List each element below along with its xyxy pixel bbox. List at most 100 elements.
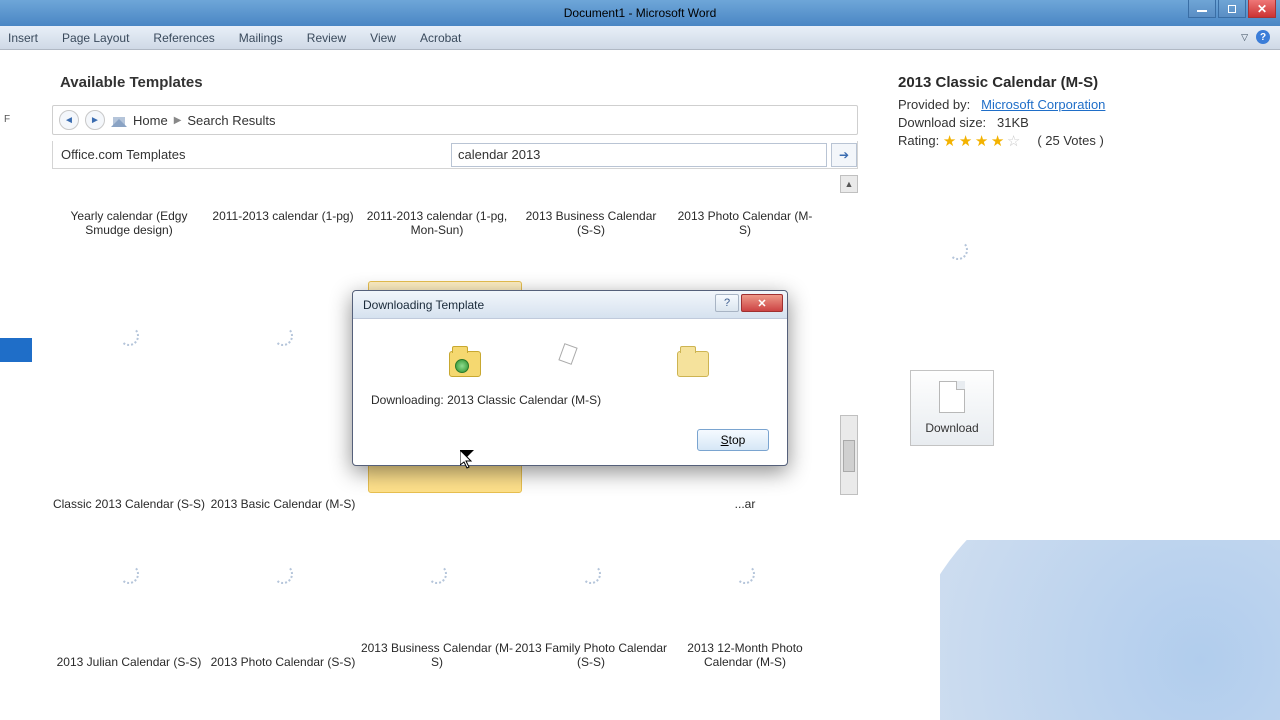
star-icon: ★ bbox=[943, 134, 959, 150]
star-icon: ★ bbox=[959, 134, 975, 150]
template-item[interactable]: 2013 Julian Calendar (S-S) bbox=[52, 519, 206, 669]
download-size-value: 31KB bbox=[997, 115, 1029, 130]
ribbon-tab-acrobat[interactable]: Acrobat bbox=[420, 31, 461, 45]
scroll-thumb[interactable] bbox=[843, 440, 855, 472]
nav-back-button[interactable]: ◄ bbox=[59, 110, 79, 130]
template-label: 2011-2013 calendar (1-pg) bbox=[212, 209, 353, 223]
dialog-title: Downloading Template bbox=[363, 298, 484, 312]
template-row: Yearly calendar (Edgy Smudge design) 201… bbox=[52, 209, 842, 269]
star-icon: ★ bbox=[975, 134, 991, 150]
star-icon: ★ bbox=[991, 134, 1007, 150]
provider-row: Provided by: Microsoft Corporation bbox=[898, 97, 1254, 112]
globe-icon bbox=[455, 359, 469, 373]
template-thumb-loading bbox=[89, 529, 169, 619]
maximize-icon bbox=[1228, 5, 1236, 13]
scrollbar[interactable] bbox=[840, 415, 858, 495]
download-animation bbox=[371, 341, 769, 389]
template-label: Yearly calendar (Edgy Smudge design) bbox=[71, 209, 188, 237]
spinner-icon bbox=[119, 564, 139, 584]
template-item[interactable]: 2013 Photo Calendar (M-S) bbox=[668, 209, 822, 269]
maximize-button[interactable] bbox=[1218, 0, 1246, 18]
scroll-up-button[interactable]: ▲ bbox=[840, 175, 858, 193]
template-row: 2013 Julian Calendar (S-S) 2013 Photo Ca… bbox=[52, 519, 842, 669]
stop-button[interactable]: Stop bbox=[697, 429, 769, 451]
template-thumb-loading bbox=[89, 291, 169, 381]
cursor-icon bbox=[460, 450, 474, 468]
window-titlebar: Document1 - Microsoft Word ✕ bbox=[0, 0, 1280, 26]
template-label-partial: ...ar bbox=[668, 497, 822, 511]
search-label: Office.com Templates bbox=[53, 147, 451, 162]
download-size-row: Download size: 31KB bbox=[898, 115, 1254, 130]
template-item[interactable]: Yearly calendar (Edgy Smudge design) bbox=[52, 209, 206, 269]
template-search-input[interactable] bbox=[451, 143, 827, 167]
minimize-button[interactable] bbox=[1188, 0, 1216, 18]
template-item[interactable]: 2013 Photo Calendar (S-S) bbox=[206, 519, 360, 669]
template-label: 2013 Basic Calendar (M-S) bbox=[206, 497, 360, 511]
spinner-icon bbox=[427, 564, 447, 584]
template-thumb-loading bbox=[397, 529, 477, 619]
template-item[interactable]: 2013 Business Calendar (M-S) bbox=[360, 519, 514, 669]
template-thumb-loading bbox=[551, 529, 631, 619]
spinner-icon bbox=[273, 326, 293, 346]
spinner-icon bbox=[119, 326, 139, 346]
download-size-label: Download size: bbox=[898, 115, 986, 130]
close-button[interactable]: ✕ bbox=[1248, 0, 1276, 18]
template-item[interactable]: 2013 Basic Calendar (M-S) bbox=[206, 281, 360, 511]
rating-row: Rating: ★ ★ ★ ★ ☆ ( 25 Votes ) bbox=[898, 133, 1254, 150]
help-icon[interactable]: ? bbox=[1256, 30, 1270, 44]
template-item[interactable]: Classic 2013 Calendar (S-S) bbox=[52, 281, 206, 511]
template-label: 2013 Photo Calendar (M-S) bbox=[678, 209, 813, 237]
template-item[interactable]: 2011-2013 calendar (1-pg, Mon-Sun) bbox=[360, 209, 514, 269]
template-item[interactable]: 2013 Family Photo Calendar (S-S) bbox=[514, 519, 668, 669]
dialog-help-button[interactable]: ? bbox=[715, 294, 739, 312]
backstage-nav: F bbox=[0, 50, 32, 720]
window-title: Document1 - Microsoft Word bbox=[564, 6, 717, 20]
template-search-row: Office.com Templates ➔ bbox=[52, 141, 858, 169]
ribbon-tab-references[interactable]: References bbox=[153, 31, 214, 45]
template-label: 2013 12-Month Photo Calendar (M-S) bbox=[668, 641, 822, 669]
template-name: 2013 Classic Calendar (M-S) bbox=[898, 74, 1254, 91]
template-thumb-loading bbox=[243, 291, 323, 381]
provided-by-label: Provided by: bbox=[898, 97, 970, 112]
ribbon-collapse-icon[interactable]: ▽ bbox=[1241, 32, 1248, 43]
file-tab-fragment: F bbox=[4, 114, 10, 125]
download-button[interactable]: Download bbox=[910, 370, 994, 446]
dialog-titlebar[interactable]: Downloading Template ? ✕ bbox=[353, 291, 787, 319]
window-controls: ✕ bbox=[1188, 0, 1276, 18]
minimize-icon bbox=[1197, 10, 1207, 12]
folder-destination-icon bbox=[677, 351, 709, 377]
ribbon-tab-review[interactable]: Review bbox=[307, 31, 346, 45]
ribbon-tab-insert[interactable]: Insert bbox=[8, 31, 38, 45]
ribbon-tab-view[interactable]: View bbox=[370, 31, 396, 45]
breadcrumb-home[interactable]: Home bbox=[133, 113, 168, 128]
home-icon[interactable] bbox=[111, 113, 127, 127]
search-go-button[interactable]: ➔ bbox=[831, 143, 857, 167]
document-icon bbox=[939, 381, 965, 413]
download-button-label: Download bbox=[925, 421, 978, 435]
template-details-panel: 2013 Classic Calendar (M-S) Provided by:… bbox=[886, 64, 1266, 704]
template-thumb-loading bbox=[705, 529, 785, 619]
template-item[interactable]: 2013 Business Calendar (S-S) bbox=[514, 209, 668, 269]
ribbon-tab-page-layout[interactable]: Page Layout bbox=[62, 31, 129, 45]
backstage-selected-indicator bbox=[0, 338, 32, 362]
breadcrumb-current[interactable]: Search Results bbox=[187, 113, 275, 128]
template-item[interactable]: 2013 12-Month Photo Calendar (M-S) bbox=[668, 519, 822, 669]
template-preview-loading bbox=[898, 190, 1018, 310]
provider-link[interactable]: Microsoft Corporation bbox=[981, 97, 1105, 112]
dialog-close-button[interactable]: ✕ bbox=[741, 294, 783, 312]
template-thumb-loading bbox=[243, 529, 323, 619]
section-title: Available Templates bbox=[60, 74, 870, 91]
template-label: 2011-2013 calendar (1-pg, Mon-Sun) bbox=[367, 209, 508, 237]
template-item[interactable]: 2011-2013 calendar (1-pg) bbox=[206, 209, 360, 269]
close-icon: ✕ bbox=[1257, 2, 1267, 16]
spinner-icon bbox=[735, 564, 755, 584]
downloading-dialog: Downloading Template ? ✕ Downloading: 20… bbox=[352, 290, 788, 466]
ribbon-tabs: Insert Page Layout References Mailings R… bbox=[0, 26, 1280, 50]
nav-forward-button[interactable]: ► bbox=[85, 110, 105, 130]
downloading-label: Downloading: bbox=[371, 393, 444, 407]
dialog-controls: ? ✕ bbox=[715, 294, 783, 312]
downloading-item: 2013 Classic Calendar (M-S) bbox=[447, 393, 601, 407]
star-empty-icon: ☆ bbox=[1007, 134, 1023, 150]
ribbon-tab-mailings[interactable]: Mailings bbox=[239, 31, 283, 45]
template-label: 2013 Photo Calendar (S-S) bbox=[206, 655, 360, 669]
